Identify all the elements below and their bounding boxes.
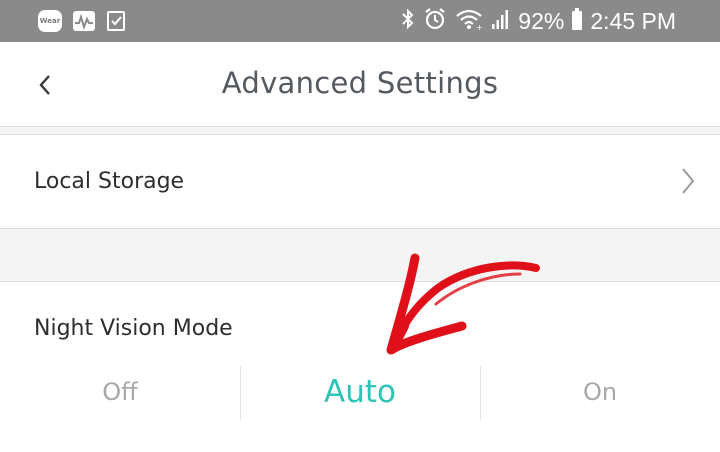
battery-icon bbox=[571, 7, 583, 35]
chevron-right-icon bbox=[682, 168, 695, 194]
night-vision-label: Night Vision Mode bbox=[34, 316, 233, 341]
status-bar-right: + 92% 2:45 PM bbox=[400, 7, 676, 35]
night-vision-option-on[interactable]: On bbox=[480, 364, 720, 420]
night-vision-option-off[interactable]: Off bbox=[0, 364, 240, 420]
section-gap bbox=[0, 229, 720, 281]
app-header: Advanced Settings bbox=[0, 42, 720, 130]
clock-time: 2:45 PM bbox=[590, 7, 676, 34]
status-bar-left: Wear bbox=[38, 9, 136, 33]
checkbox-icon bbox=[106, 10, 126, 32]
wifi-icon: + bbox=[454, 7, 484, 35]
page-title: Advanced Settings bbox=[221, 66, 499, 100]
local-storage-label: Local Storage bbox=[34, 169, 185, 194]
segment-separator bbox=[480, 366, 481, 420]
section-gap-top bbox=[0, 127, 720, 134]
signal-icon bbox=[491, 8, 511, 34]
local-storage-row[interactable]: Local Storage bbox=[0, 135, 720, 228]
wear-app-icon: Wear bbox=[38, 10, 62, 32]
battery-percent: 92% bbox=[518, 7, 565, 34]
night-vision-selector: Off Auto On bbox=[0, 364, 720, 420]
bluetooth-icon bbox=[400, 7, 416, 35]
segment-separator bbox=[240, 366, 241, 420]
night-vision-option-auto[interactable]: Auto bbox=[240, 364, 480, 420]
svg-text:+: + bbox=[476, 23, 483, 31]
status-bar: Wear + 92% 2:45 PM bbox=[0, 0, 720, 42]
activity-icon bbox=[72, 10, 96, 32]
wear-icon-label: Wear bbox=[39, 17, 61, 25]
alarm-icon bbox=[423, 7, 447, 35]
